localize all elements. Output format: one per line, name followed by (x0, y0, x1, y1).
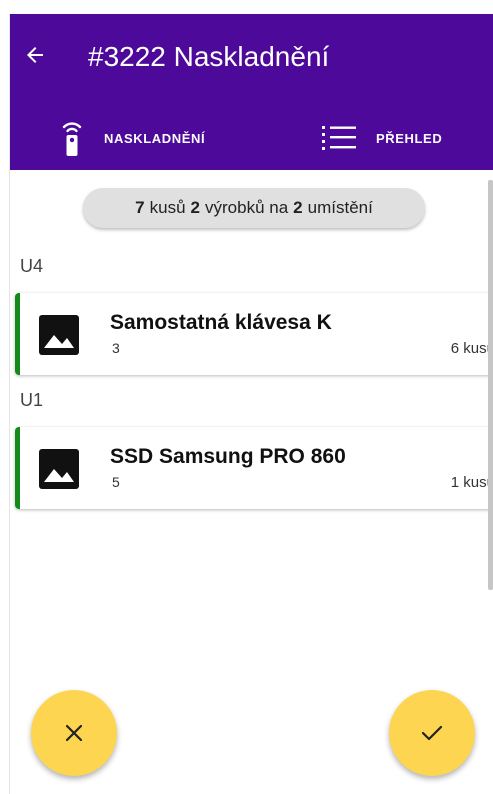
card-accent (15, 427, 20, 509)
product-quantity: 1 kusů (450, 474, 493, 491)
tab-prehled[interactable]: PŘEHLED (322, 106, 442, 170)
location-label-u4: U4 (20, 256, 44, 276)
product-card[interactable]: SSD Samsung PRO 860 5 1 kusů (15, 427, 493, 509)
product-card[interactable]: Samostatná klávesa K 3 6 kusů (15, 293, 493, 375)
products-word: výrobků na (205, 198, 289, 217)
product-name: SSD Samsung PRO 860 (110, 445, 346, 468)
left-margin (0, 14, 10, 794)
locations-word: umístění (307, 198, 373, 217)
cancel-button[interactable] (31, 690, 117, 776)
product-name: Samostatná klávesa K (110, 311, 332, 334)
items-count: 7 (135, 198, 145, 217)
tab-naskladneni-label: NASKLADNĚNÍ (104, 130, 206, 146)
summary-chip: 7 kusů 2 výrobků na 2 umístění (83, 188, 425, 228)
scrollbar-thumb[interactable] (488, 180, 493, 590)
tab-indicator (275, 168, 493, 170)
tab-bar: NASKLADNĚNÍ PŘEHLED (10, 106, 493, 170)
items-word: kusů (149, 198, 186, 217)
product-quantity: 6 kusů (450, 340, 493, 357)
list-icon (322, 126, 356, 150)
back-button[interactable] (20, 40, 50, 70)
arrow-back-icon (27, 47, 43, 63)
product-code: 3 (112, 340, 120, 356)
check-icon (421, 725, 443, 741)
product-code: 5 (112, 474, 120, 490)
locations-count: 2 (293, 198, 303, 217)
card-accent (15, 293, 20, 375)
app-bar: #3222 Naskladnění NASKLADNĚNÍ PŘEHLED (10, 14, 493, 170)
image-placeholder-icon (39, 315, 79, 355)
products-count: 2 (190, 198, 200, 217)
page-title: #3222 Naskladnění (88, 41, 330, 72)
location-label-u1: U1 (20, 390, 44, 410)
tab-prehled-label: PŘEHLED (376, 130, 443, 146)
remote-scanner-icon (62, 122, 82, 156)
app-screen: #3222 Naskladnění NASKLADNĚNÍ PŘEHLED 7 … (10, 14, 493, 794)
image-placeholder-icon (39, 449, 79, 489)
tab-naskladneni[interactable]: NASKLADNĚNÍ (60, 106, 205, 170)
confirm-button[interactable] (389, 690, 475, 776)
close-icon (65, 724, 83, 742)
top-margin (0, 0, 493, 14)
